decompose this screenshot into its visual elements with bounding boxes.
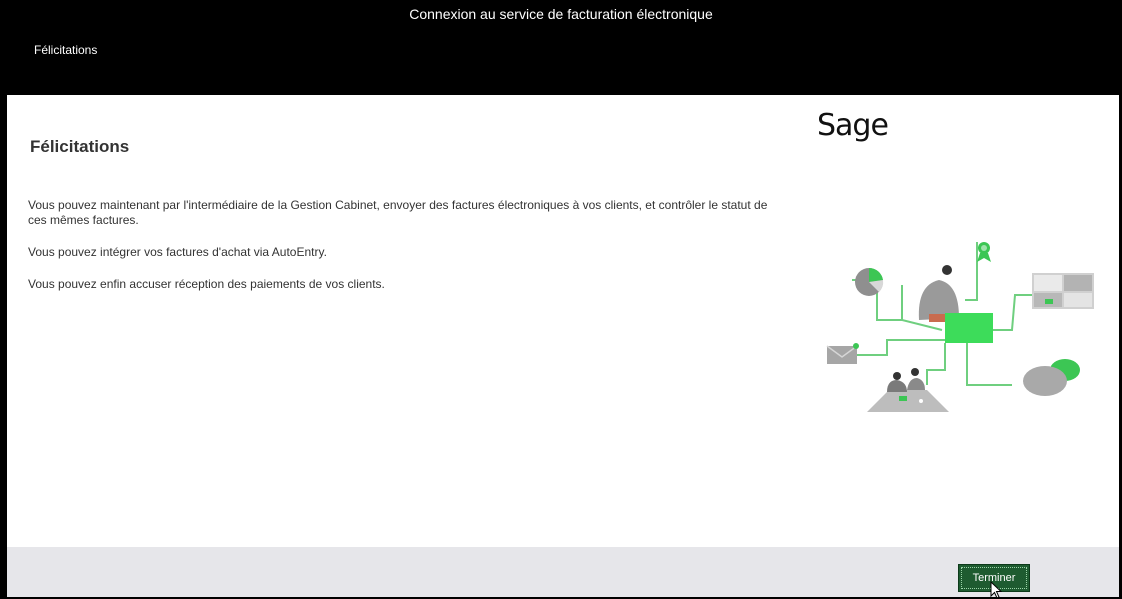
step-label: Félicitations xyxy=(34,43,98,57)
message-paragraph-2: Vous pouvez intégrer vos factures d'acha… xyxy=(28,245,327,259)
photo-gallery-icon xyxy=(1032,273,1094,309)
pie-chart-icon xyxy=(855,267,884,296)
meeting-icon xyxy=(867,368,949,412)
central-node-icon xyxy=(945,313,993,343)
message-body: Vous pouvez maintenant par l'intermédiai… xyxy=(28,198,788,309)
page-title: Félicitations xyxy=(30,137,130,156)
message-paragraph-3: Vous pouvez enfin accuser réception des … xyxy=(28,277,385,291)
envelope-icon xyxy=(826,343,859,364)
chat-bubbles-icon xyxy=(1023,359,1080,396)
network-illustration xyxy=(826,242,1094,412)
sage-logo: Sage xyxy=(817,108,889,143)
window-title: Connexion au service de facturation élec… xyxy=(409,6,713,22)
mouse-cursor-icon xyxy=(990,581,1003,599)
message-paragraph-1: Vous pouvez maintenant par l'intermédiai… xyxy=(28,198,768,227)
content-panel: Félicitations Vous pouvez maintenant par… xyxy=(7,95,1119,547)
footer-bar: Terminer xyxy=(7,547,1119,599)
award-icon xyxy=(977,242,991,262)
